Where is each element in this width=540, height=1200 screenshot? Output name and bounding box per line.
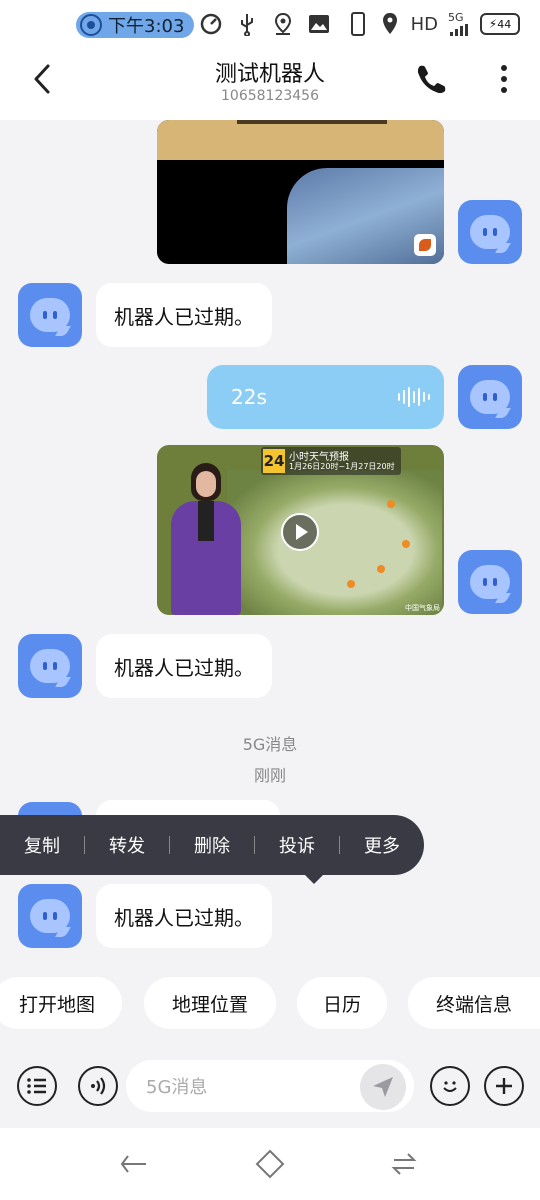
call-button[interactable] [414,62,448,96]
chat-header: 测试机器人 10658123456 [0,50,540,120]
menu-button[interactable] [17,1066,57,1106]
more-options-button[interactable] [490,62,518,96]
active-notification-pill[interactable]: 下午3:03 [76,12,194,38]
chip-open-map[interactable]: 打开地图 [0,977,122,1029]
menu-item-copy[interactable]: 复制 [0,832,84,858]
overlay-number: 24 [263,449,285,473]
menu-list-icon [27,1078,46,1094]
weather-overlay: 24 小时天气预报 1月26日20时~1月27日20时 [261,447,401,475]
notification-icon [80,14,102,36]
add-button[interactable] [484,1066,524,1106]
phone-icon [417,65,446,94]
status-time: 下午3:03 [108,16,185,37]
presenter-figure [165,463,245,615]
voice-wave-icon [398,387,430,407]
chat-title: 测试机器人 [214,62,325,87]
context-menu-pointer [304,874,324,884]
nav-back-button[interactable] [116,1146,152,1182]
signal-icon [448,24,470,36]
send-button[interactable] [360,1064,406,1110]
add-icon [496,1078,512,1094]
menu-item-delete[interactable]: 删除 [170,832,254,858]
system-nav-bar [0,1128,540,1200]
chip-device-info[interactable]: 终端信息 [408,977,540,1029]
play-icon[interactable] [281,513,319,551]
image-content [157,120,444,160]
image-message[interactable] [157,120,444,264]
network-label: HD [410,13,438,35]
network-type: 5G [448,11,464,24]
system-label: 5G消息 [242,735,298,754]
speed-icon [200,12,222,36]
emoji-button[interactable] [430,1066,470,1106]
voice-message[interactable]: 22s [207,365,444,429]
voice-input-icon [91,1077,106,1095]
chip-location[interactable]: 地理位置 [144,977,276,1029]
suggestion-chips: 打开地图 地理位置 日历 终端信息 [0,977,540,1029]
nav-home-button[interactable] [252,1146,288,1182]
voice-input-button[interactable] [78,1066,118,1106]
chat-phone-number: 10658123456 [221,88,319,104]
bot-avatar[interactable] [18,283,82,347]
weather-map-image [227,470,442,615]
usb-icon [236,12,258,36]
text-message[interactable]: 机器人已过期。 [96,884,272,948]
nav-home-icon [255,1149,285,1179]
video-credit: 中国气象局 [405,604,440,612]
app-badge-icon [414,234,436,256]
battery-level: 44 [497,17,512,31]
menu-item-report[interactable]: 投诉 [255,832,339,858]
system-timestamp: 刚刚 [253,766,286,785]
input-bar: 5G消息 [0,1044,540,1128]
overlay-subtitle: 1月26日20时~1月27日20时 [289,462,395,471]
voice-duration: 22s [231,385,267,409]
text-message[interactable]: 机器人已过期。 [96,283,272,347]
emoji-icon [443,1081,457,1092]
phone-icon [347,12,369,36]
location-icon [379,12,401,36]
my-avatar[interactable] [458,365,522,429]
send-icon [373,1077,393,1097]
context-menu: 复制 转发 删除 投诉 更多 [0,815,424,875]
my-avatar[interactable] [458,550,522,614]
gallery-icon [308,12,330,36]
text-message[interactable]: 机器人已过期。 [96,634,272,698]
nav-recents-button[interactable] [386,1146,422,1182]
chip-calendar[interactable]: 日历 [297,977,387,1029]
menu-item-forward[interactable]: 转发 [85,832,169,858]
status-bar: 下午3:03 HD 5G ⚡ 44 [0,0,540,50]
video-message[interactable]: 24 小时天气预报 1月26日20时~1月27日20时 中国气象局 [157,445,444,615]
battery-icon: ⚡ 44 [480,13,520,35]
my-avatar[interactable] [458,200,522,264]
nav-recents-icon [391,1153,417,1175]
bot-avatar[interactable] [18,634,82,698]
location-icon [272,12,294,36]
more-vertical-icon [501,65,507,93]
nav-back-icon [120,1155,146,1173]
bot-avatar[interactable] [18,884,82,948]
menu-item-more[interactable]: 更多 [340,832,424,858]
